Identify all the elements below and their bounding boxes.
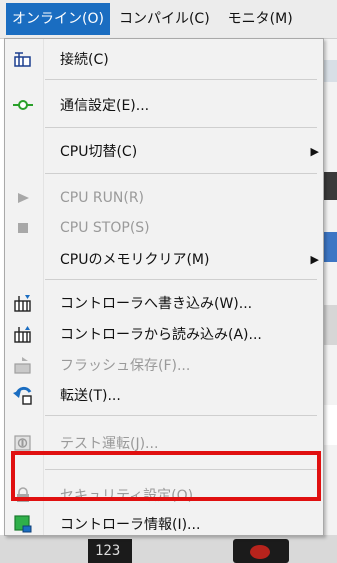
submenu-arrow-icon: ▶	[310, 144, 319, 158]
menu-item-label: CPU STOP(S)	[60, 220, 150, 236]
menu-item-flash-save[interactable]: フラッシュ保存(F)...	[5, 351, 325, 379]
menubar: オンライン(O) コンパイル(C) モニタ(M)	[0, 0, 337, 39]
menu-item-label: コントローラ情報(I)...	[60, 517, 201, 533]
menu-item-cpu-run[interactable]: CPU RUN(R)	[5, 184, 325, 212]
online-dropdown-menu: 接続(C) 通信設定(E)... CPU切替(C) ▶ CPU RUN(R) C…	[4, 38, 324, 536]
menu-separator	[45, 173, 317, 174]
write-to-controller-icon	[12, 293, 34, 313]
controller-info-icon	[12, 514, 34, 534]
menu-item-label: CPU RUN(R)	[60, 190, 145, 206]
menu-separator	[45, 279, 317, 280]
background-counter: 123	[95, 543, 121, 559]
menu-item-cpu-memory-clear[interactable]: CPUのメモリクリア(M) ▶	[5, 245, 325, 273]
menu-item-cpu-switch[interactable]: CPU切替(C) ▶	[5, 137, 325, 165]
menu-item-label: 通信設定(E)...	[60, 98, 150, 114]
menu-item-cpu-stop[interactable]: CPU STOP(S)	[5, 214, 325, 242]
submenu-arrow-icon: ▶	[310, 252, 319, 266]
menu-item-comm-settings[interactable]: 通信設定(E)...	[5, 91, 325, 119]
background-status-area: 123	[0, 535, 337, 563]
menu-separator	[45, 127, 317, 128]
stop-icon	[12, 218, 34, 238]
menu-monitor[interactable]: モニタ(M)	[219, 3, 302, 35]
background-indicator-light	[250, 545, 270, 559]
menu-item-label: 接続(C)	[60, 52, 109, 68]
menu-item-label: コントローラへ書き込み(W)...	[60, 296, 253, 312]
menu-item-controller-info[interactable]: コントローラ情報(I)...	[5, 510, 325, 538]
menu-item-label: CPUのメモリクリア(M)	[60, 252, 210, 268]
play-icon	[12, 188, 34, 208]
menu-item-label: コントローラから読み込み(A)...	[60, 327, 262, 343]
menu-item-label: CPU切替(C)	[60, 144, 138, 160]
menu-separator	[45, 415, 317, 416]
transfer-icon	[12, 385, 34, 405]
menu-item-read-from-controller[interactable]: コントローラから読み込み(A)...	[5, 320, 325, 348]
menu-item-label: 転送(T)...	[60, 388, 121, 404]
menu-separator	[45, 79, 317, 80]
menu-item-label: テスト運転(J)...	[60, 436, 159, 452]
read-from-controller-icon	[12, 324, 34, 344]
menu-item-connect[interactable]: 接続(C)	[5, 45, 325, 73]
test-run-icon	[12, 433, 34, 453]
menu-online[interactable]: オンライン(O)	[6, 3, 110, 35]
comm-settings-icon	[12, 95, 34, 115]
menu-item-label: フラッシュ保存(F)...	[60, 358, 191, 374]
connect-icon	[12, 49, 34, 69]
menu-item-write-to-controller[interactable]: コントローラへ書き込み(W)...	[5, 289, 325, 317]
menu-compile[interactable]: コンパイル(C)	[110, 3, 219, 35]
flash-save-icon	[12, 355, 34, 375]
menu-item-transfer[interactable]: 転送(T)...	[5, 381, 325, 409]
highlight-box	[11, 451, 321, 501]
